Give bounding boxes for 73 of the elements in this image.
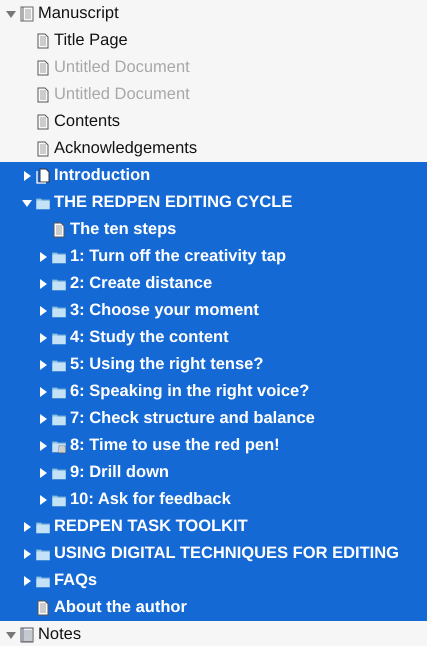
disclosure-triangle-icon[interactable] (38, 414, 48, 424)
manuscript-icon (20, 6, 34, 22)
outline-row[interactable]: 1: Turn off the creativity tap (0, 243, 427, 270)
outline-row[interactable]: Introduction (0, 162, 427, 189)
outline-row[interactable]: 9: Drill down (0, 459, 427, 486)
item-title: 6: Speaking in the right voice? (70, 382, 310, 401)
outline-row[interactable]: Notes (0, 621, 427, 646)
disclosure-triangle-icon[interactable] (38, 440, 48, 450)
item-title: 7: Check structure and balance (70, 409, 315, 428)
disclosure-triangle-icon[interactable] (6, 630, 16, 640)
item-title: About the author (54, 598, 187, 617)
item-title: 10: Ask for feedback (70, 490, 231, 509)
disclosure-triangle-icon[interactable] (22, 522, 32, 532)
outline-row[interactable]: 7: Check structure and balance (0, 405, 427, 432)
disclosure-triangle-icon[interactable] (38, 386, 48, 396)
outline-row[interactable]: 3: Choose your moment (0, 297, 427, 324)
outline-row[interactable]: The ten steps (0, 216, 427, 243)
item-title: The ten steps (70, 220, 176, 239)
disclosure-triangle-icon[interactable] (6, 8, 16, 18)
disclosure-triangle-icon[interactable] (38, 278, 48, 288)
item-title: Untitled Document (54, 85, 190, 104)
document-icon (36, 600, 50, 616)
item-title: 2: Create distance (70, 274, 212, 293)
item-title: Notes (38, 625, 82, 644)
item-title: 3: Choose your moment (70, 301, 259, 320)
document-icon (36, 60, 50, 76)
outline-row[interactable]: 10: Ask for feedback (0, 486, 427, 513)
outline-row[interactable]: 5: Using the right tense? (0, 351, 427, 378)
item-title: 1: Turn off the creativity tap (70, 247, 286, 266)
outline-row[interactable]: Title Page (0, 27, 427, 54)
outline-row[interactable]: Manuscript (0, 0, 427, 27)
item-title: FAQs (54, 571, 98, 590)
disclosure-triangle-icon[interactable] (22, 198, 32, 208)
item-title: Introduction (54, 166, 150, 185)
item-title: 4: Study the content (70, 328, 229, 347)
disclosure-triangle-icon[interactable] (38, 332, 48, 342)
document-icon (36, 32, 50, 48)
outline-row[interactable]: REDPEN TASK TOOLKIT (0, 513, 427, 540)
outline-row[interactable]: About the author (0, 594, 427, 621)
item-title: 8: Time to use the red pen! (70, 436, 280, 455)
pages-icon (36, 168, 50, 184)
item-title: REDPEN TASK TOOLKIT (54, 517, 248, 536)
notebook-icon (20, 626, 34, 642)
outline-row[interactable]: Contents (0, 108, 427, 135)
document-icon (36, 140, 50, 156)
item-title: Manuscript (38, 4, 119, 23)
outline-row[interactable]: FAQs (0, 567, 427, 594)
outline-row[interactable]: 4: Study the content (0, 324, 427, 351)
disclosure-triangle-icon[interactable] (22, 576, 32, 586)
document-icon (36, 86, 50, 102)
disclosure-triangle-icon[interactable] (38, 252, 48, 262)
outline-row[interactable]: 2: Create distance (0, 270, 427, 297)
item-title: 5: Using the right tense? (70, 355, 264, 374)
item-title: Contents (54, 112, 120, 131)
item-title: USING DIGITAL TECHNIQUES FOR EDITING (54, 544, 399, 563)
outline-row[interactable]: Acknowledgements (0, 135, 427, 162)
outline-row[interactable]: 8: Time to use the red pen! (0, 432, 427, 459)
outline-row[interactable]: THE REDPEN EDITING CYCLE (0, 189, 427, 216)
disclosure-triangle-icon[interactable] (22, 170, 32, 180)
item-title: Untitled Document (54, 58, 190, 77)
item-title: Acknowledgements (54, 139, 198, 158)
document-icon (36, 114, 50, 130)
item-title: 9: Drill down (70, 463, 169, 482)
item-title: Title Page (54, 31, 128, 50)
disclosure-triangle-icon[interactable] (38, 494, 48, 504)
item-title: THE REDPEN EDITING CYCLE (54, 193, 292, 212)
document-icon (52, 222, 66, 238)
outline-row[interactable]: 6: Speaking in the right voice? (0, 378, 427, 405)
disclosure-triangle-icon[interactable] (22, 548, 32, 558)
outline-row[interactable]: USING DIGITAL TECHNIQUES FOR EDITING (0, 540, 427, 567)
disclosure-triangle-icon[interactable] (38, 468, 48, 478)
disclosure-triangle-icon[interactable] (38, 360, 48, 370)
disclosure-triangle-icon[interactable] (38, 306, 48, 316)
